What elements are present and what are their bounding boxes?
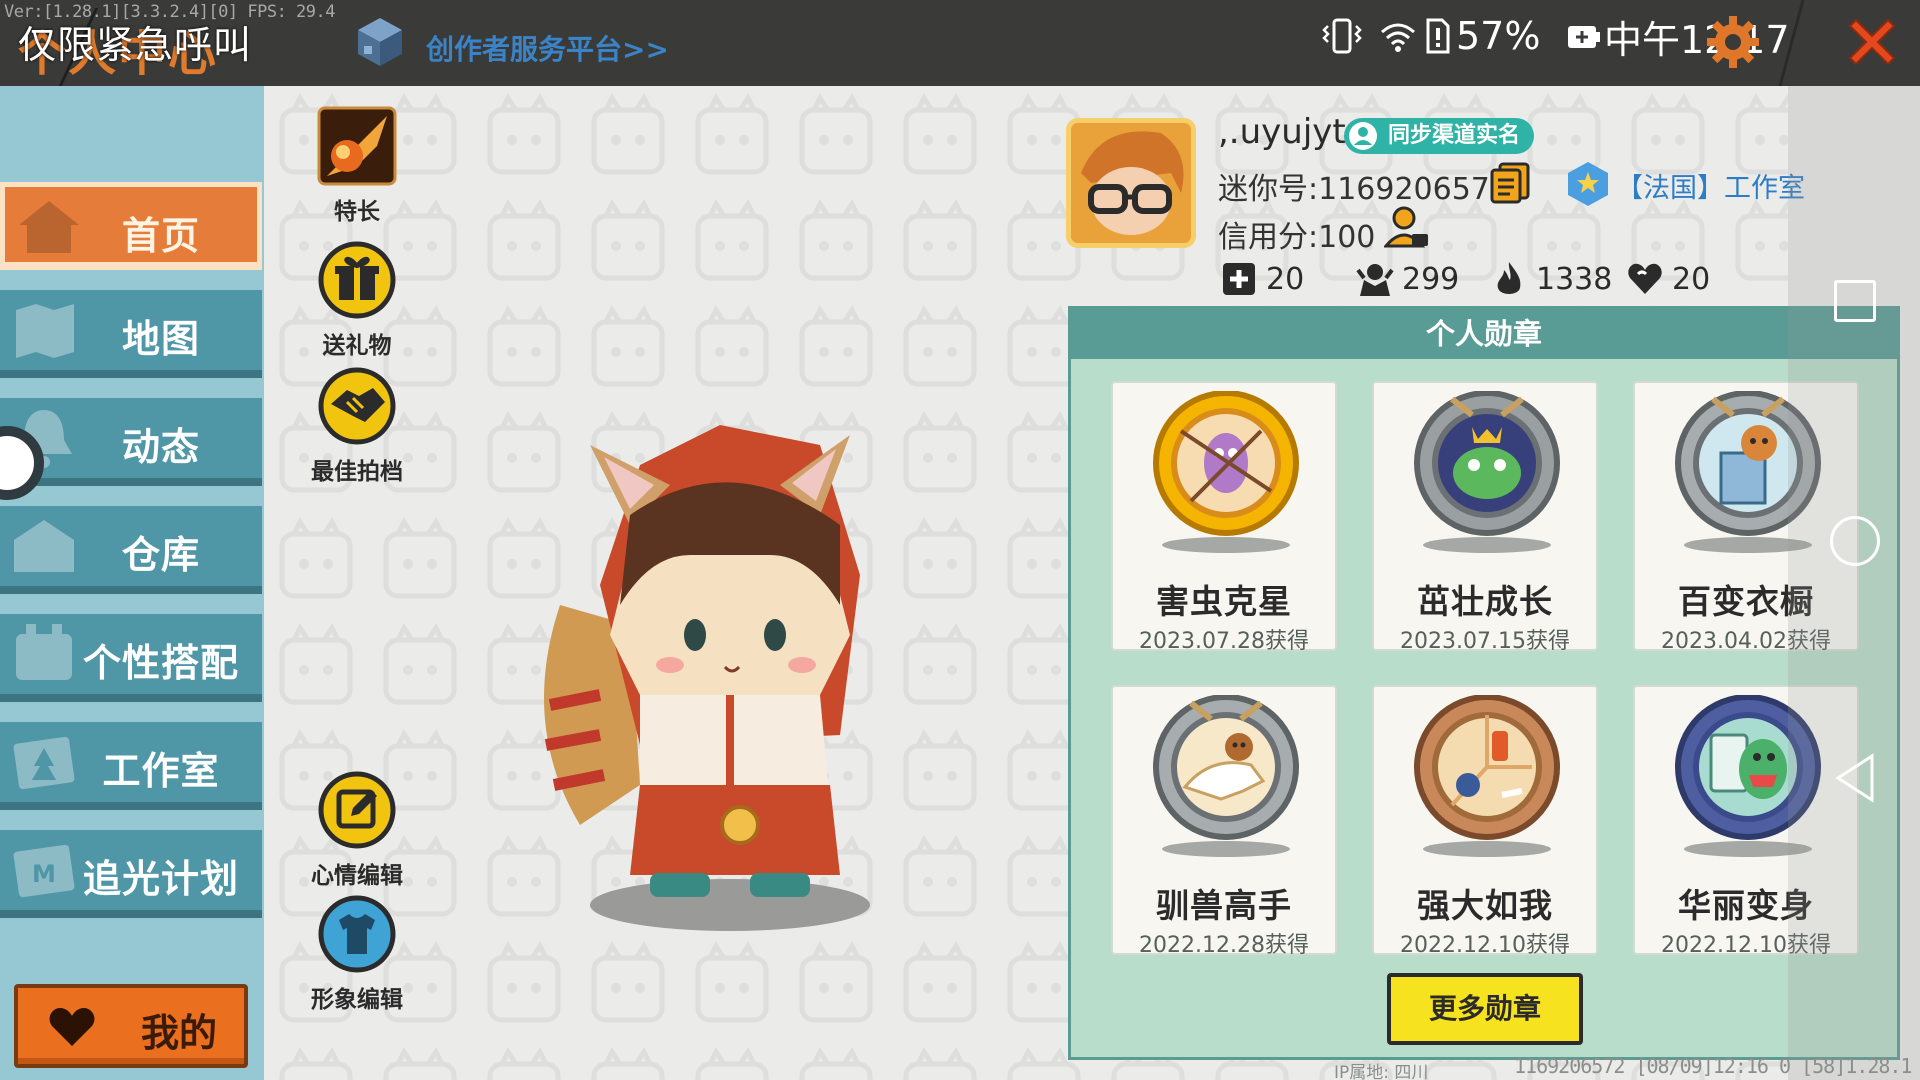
android-nav-bar <box>1788 86 1920 1080</box>
stat-fans-value: 299 <box>1402 261 1460 297</box>
medal-date: 2022.12.10获得 <box>1400 933 1570 958</box>
strong-medal-icon <box>1414 695 1560 857</box>
medal-card[interactable]: 驯兽高手 2022.12.28获得 <box>1111 685 1337 958</box>
fans-icon <box>1356 264 1394 296</box>
appearance-edit-action[interactable]: 形象编辑 <box>302 894 412 1014</box>
sidebar-item-label: 首页 <box>121 214 200 258</box>
stat-fans: 299 <box>1356 256 1459 302</box>
sidebar-item-label: 动态 <box>121 425 200 469</box>
stat-likes: 20 <box>1626 256 1710 302</box>
sidebar: 首页 地图 动态 仓库 个性搭配 工作室 M 追光计划 我的 <box>0 86 264 1080</box>
avatar-face-icon <box>1071 123 1191 243</box>
back-triangle-icon[interactable] <box>1832 752 1878 804</box>
more-medals-button[interactable]: 更多勋章 <box>1387 973 1583 1045</box>
partner-action[interactable]: 最佳拍档 <box>302 366 412 486</box>
sidebar-item-map[interactable]: 地图 <box>0 290 262 378</box>
appearance-edit-label: 形象编辑 <box>311 987 403 1013</box>
sidebar-item-label: 工作室 <box>102 749 220 793</box>
realname-badge-label: 同步渠道实名 <box>1388 123 1521 148</box>
medal-name: 驯兽高手 <box>1156 886 1292 925</box>
credit-score: 信用分:100 <box>1218 220 1376 255</box>
sidebar-item-label: 个性搭配 <box>82 641 239 685</box>
mood-edit-label: 心情编辑 <box>311 863 403 889</box>
sidebar-item-outfit[interactable]: 个性搭配 <box>0 614 262 702</box>
recents-icon[interactable] <box>1834 280 1876 322</box>
my-button-label: 我的 <box>140 1011 217 1055</box>
wifi-icon <box>1378 14 1418 58</box>
growth-medal-icon <box>1414 391 1560 553</box>
heart-icon <box>49 1008 95 1046</box>
username: ,.uyujyt <box>1218 112 1346 152</box>
mood-edit-action[interactable]: 心情编辑 <box>302 770 412 890</box>
medal-card[interactable]: 强大如我 2022.12.10获得 <box>1372 685 1598 958</box>
sidebar-item-label: 仓库 <box>121 533 200 577</box>
sidebar-item-label: 地图 <box>121 317 200 361</box>
handshake-icon <box>318 367 396 445</box>
sidebar-item-label: 追光计划 <box>82 857 239 901</box>
settings-gear-icon[interactable] <box>1705 14 1761 70</box>
character-avatar[interactable] <box>520 405 940 945</box>
my-button[interactable]: 我的 <box>14 984 248 1068</box>
gift-label: 送礼物 <box>322 333 392 359</box>
medal-panel: 个人勋章 害虫克星 2023.07.28获得 茁壮成长 2023.07.15获得 <box>1068 306 1900 1060</box>
vibrate-icon <box>1320 14 1364 58</box>
stat-add-value: 20 <box>1266 261 1305 297</box>
mini-id: 迷你号:1169206572 <box>1218 172 1509 207</box>
sim-alert-icon <box>1424 14 1452 58</box>
tamer-medal-icon <box>1153 695 1299 857</box>
heart-outline-icon <box>1628 263 1662 294</box>
outfit-edit-icon <box>318 895 396 973</box>
flame-icon <box>1497 262 1521 294</box>
stat-heat: 1338 <box>1490 256 1612 302</box>
specialty-action[interactable]: 特长 <box>302 106 412 226</box>
medal-name: 害虫克星 <box>1156 582 1292 621</box>
specialty-label: 特长 <box>334 199 380 225</box>
verified-user-icon <box>1349 122 1377 150</box>
medal-date: 2023.07.28获得 <box>1139 629 1309 654</box>
battery-icon <box>1566 14 1602 58</box>
medal-panel-title: 个人勋章 <box>1071 309 1897 359</box>
close-icon[interactable] <box>1842 12 1902 72</box>
partner-label: 最佳拍档 <box>311 459 403 485</box>
fireball-icon <box>317 106 397 186</box>
stat-add: 20 <box>1220 256 1304 302</box>
status-clock: 中午12:17 <box>1604 17 1790 62</box>
studio-link[interactable]: 【法国】工作室 <box>1616 166 1805 205</box>
sidebar-item-warehouse[interactable]: 仓库 <box>0 506 262 594</box>
medal-date: 2023.07.15获得 <box>1400 629 1570 654</box>
pest-medal-icon <box>1153 391 1299 553</box>
medal-card[interactable]: 害虫克星 2023.07.28获得 <box>1111 381 1337 654</box>
profile-avatar[interactable] <box>1066 118 1196 248</box>
copy-icon[interactable] <box>1490 162 1530 204</box>
edit-icon <box>318 771 396 849</box>
debug-version-text: Ver:[1.28.1][3.3.2.4][0] FPS: 29.4 <box>4 2 336 22</box>
medal-date: 2022.12.28获得 <box>1139 933 1309 958</box>
add-box-icon <box>1223 263 1255 295</box>
studio-hexagon-icon[interactable] <box>1566 160 1610 208</box>
medal-name: 强大如我 <box>1417 886 1553 925</box>
medal-name: 茁壮成长 <box>1417 582 1553 621</box>
stat-heat-value: 1338 <box>1536 261 1613 297</box>
top-bar: 个人中心 仅限紧急呼叫 Ver:[1.28.1][3.3.2.4][0] FPS… <box>0 0 1920 86</box>
sidebar-item-spotlight[interactable]: M 追光计划 <box>0 830 262 918</box>
gift-action[interactable]: 送礼物 <box>302 240 412 360</box>
creator-platform-link[interactable]: 创作者服务平台>> <box>426 28 669 68</box>
home-circle-icon[interactable] <box>1830 516 1880 566</box>
creator-cube-icon[interactable] <box>356 16 404 68</box>
gift-icon <box>318 241 396 319</box>
stat-likes-value: 20 <box>1672 261 1711 297</box>
realname-badge[interactable]: 同步渠道实名 <box>1344 118 1535 154</box>
medal-card[interactable]: 茁壮成长 2023.07.15获得 <box>1372 381 1598 654</box>
svg-text:M: M <box>32 860 56 888</box>
battery-percent: 57% <box>1456 14 1541 58</box>
sidebar-item-home[interactable]: 首页 <box>0 182 262 270</box>
sidebar-item-studio[interactable]: 工作室 <box>0 722 262 810</box>
footer-debug-text: 1169206572 [08/09]12:16 0 [58]1.28.1 <box>1514 1054 1912 1078</box>
ip-location: IP属地: 四川 <box>1334 1063 1429 1080</box>
emergency-call-text: 仅限紧急呼叫 <box>18 23 253 67</box>
credit-user-icon[interactable] <box>1384 204 1430 250</box>
